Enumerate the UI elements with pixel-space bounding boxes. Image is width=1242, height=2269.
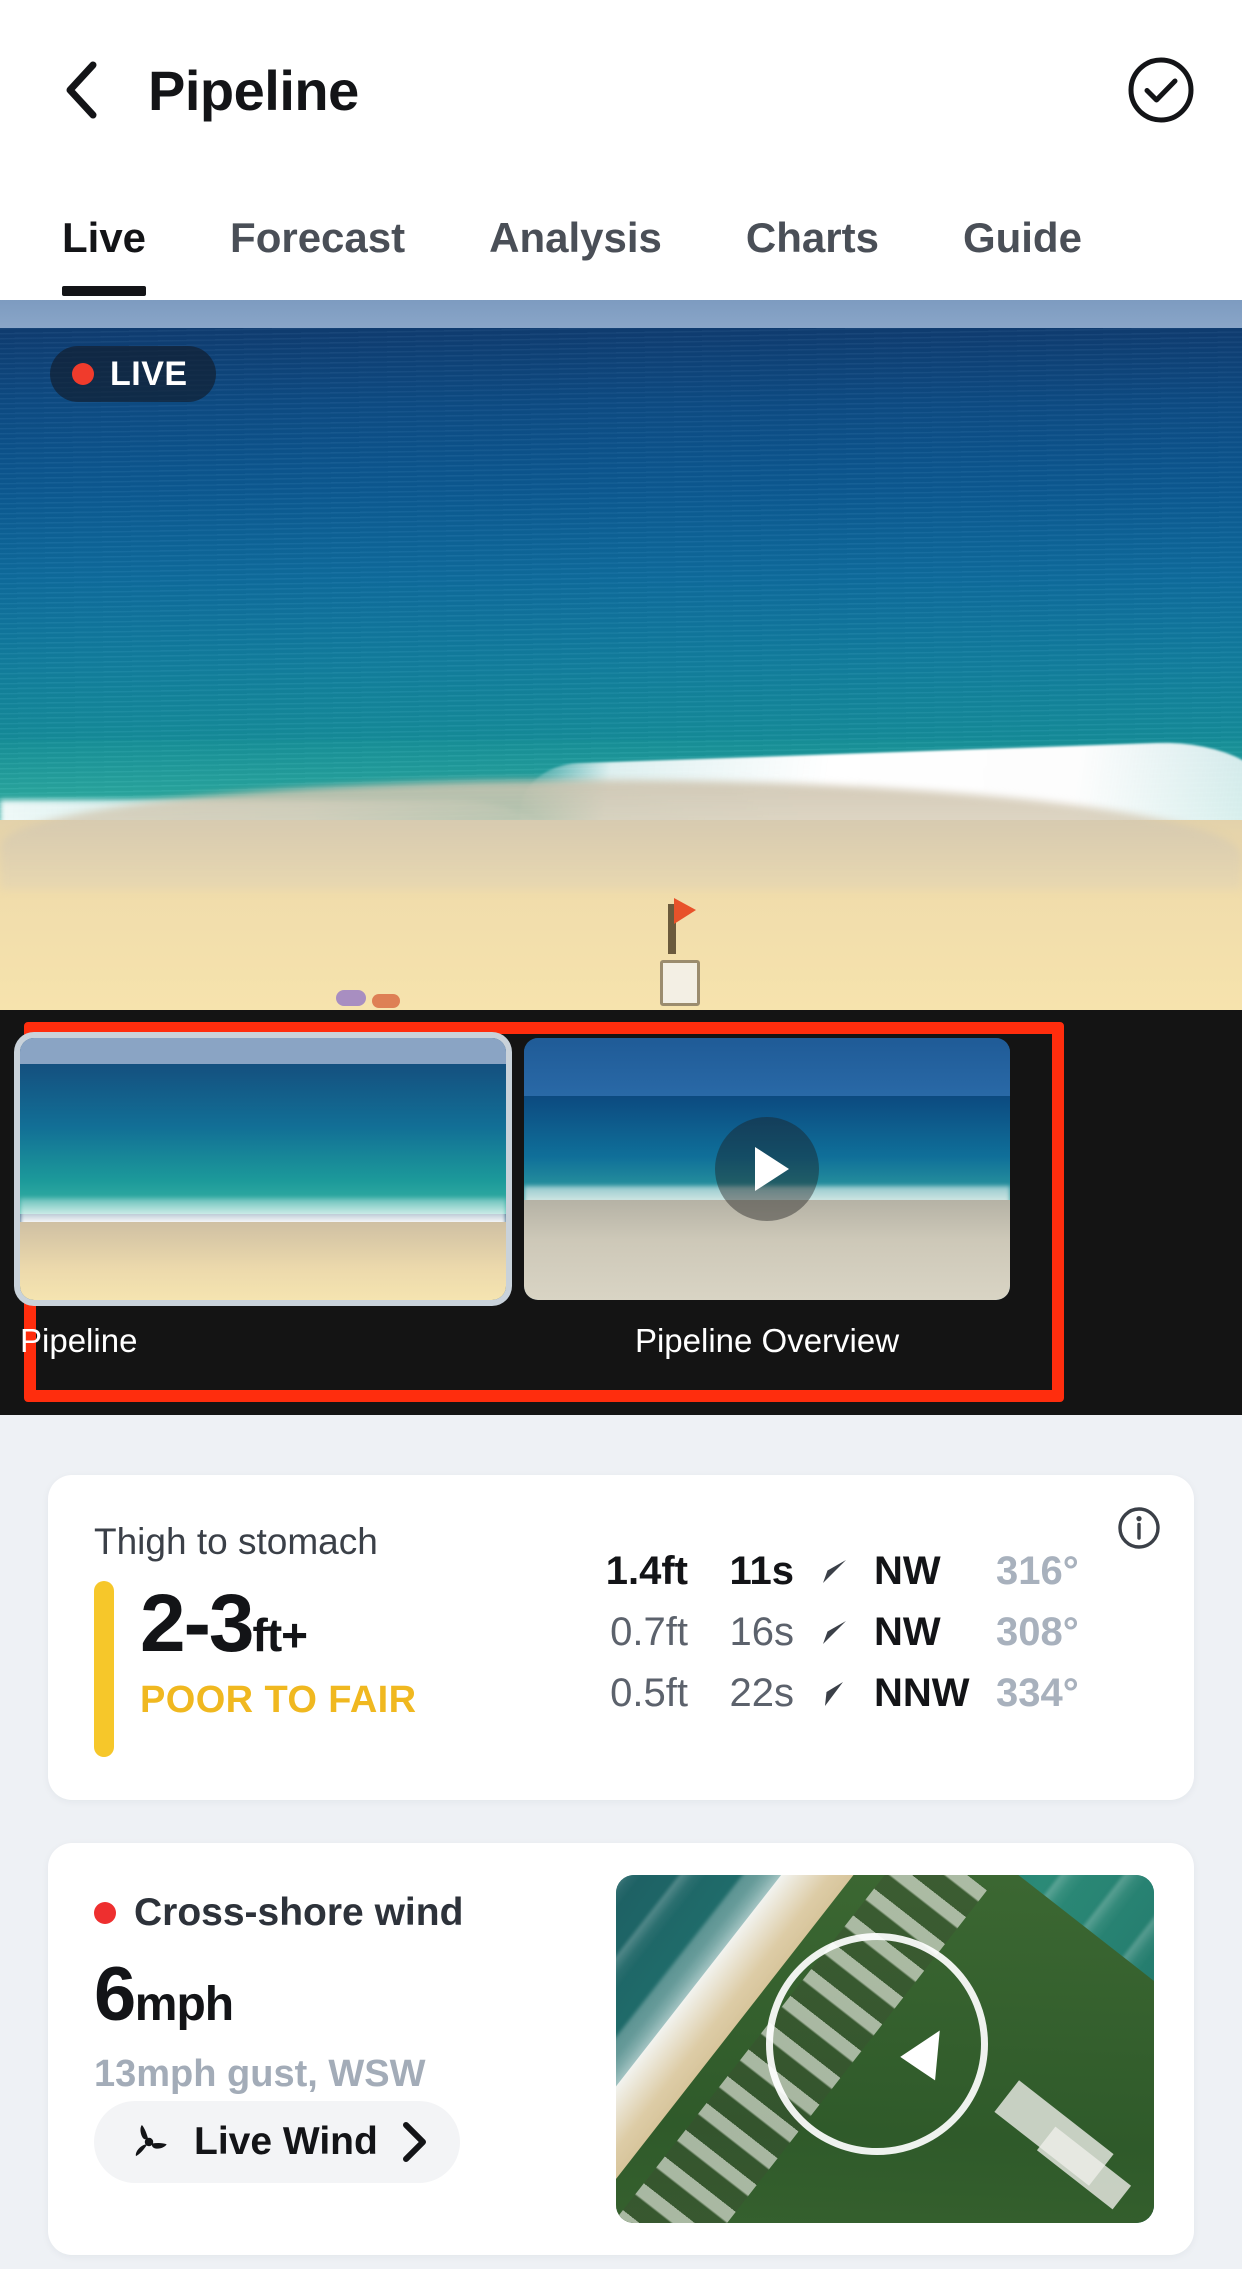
swell-height: 0.5ft bbox=[610, 1671, 688, 1715]
wind-label: Cross-shore wind bbox=[134, 1891, 464, 1934]
camera-list: Pipeline Pipeline Overview bbox=[0, 1010, 1010, 1415]
webcam-beachgoer-a bbox=[336, 990, 366, 1006]
back-button[interactable] bbox=[52, 61, 110, 119]
webcam-beachgoer-b bbox=[372, 994, 400, 1008]
wind-speed-unit: mph bbox=[134, 1978, 234, 2031]
live-badge-label: LIVE bbox=[110, 354, 188, 393]
swell-direction-arrow-icon bbox=[812, 1613, 856, 1653]
thumb-sky bbox=[524, 1038, 1010, 1100]
camera-label: Pipeline Overview bbox=[634, 1322, 900, 1359]
wind-conditions-card: Cross-shore wind 6mph 13mph gust, WSW Li… bbox=[48, 1843, 1194, 2255]
camera-thumbnail[interactable] bbox=[524, 1038, 1010, 1300]
chevron-right-icon bbox=[400, 2120, 430, 2164]
tab-live-label: Live bbox=[62, 214, 147, 261]
check-circle-icon bbox=[1126, 55, 1196, 125]
live-wind-button[interactable]: Live Wind bbox=[94, 2101, 460, 2183]
tab-guide-label: Guide bbox=[962, 214, 1082, 261]
chevron-left-icon bbox=[59, 59, 103, 121]
swell-direction: NW bbox=[874, 1610, 941, 1654]
camera-thumbnail[interactable] bbox=[20, 1038, 506, 1300]
surf-conditions-card: Thigh to stomach 2-3ft+ POOR TO FAIR 1.4… bbox=[48, 1475, 1194, 1800]
surf-description: Thigh to stomach bbox=[94, 1521, 378, 1562]
surf-quality-bar bbox=[94, 1581, 114, 1757]
tab-charts-label: Charts bbox=[745, 214, 879, 261]
section-tabs: Live Forecast Analysis Charts Guide bbox=[0, 180, 1242, 300]
swell-row: 0.7ft 16s NW 308° bbox=[580, 1610, 1086, 1655]
tab-analysis-label: Analysis bbox=[489, 214, 662, 261]
swell-degrees: 334° bbox=[996, 1671, 1079, 1715]
webcam-beach-sign bbox=[660, 960, 700, 1006]
swell-degrees: 316° bbox=[996, 1549, 1079, 1593]
swell-direction: NW bbox=[874, 1549, 941, 1593]
surf-height-value: 2-3 bbox=[140, 1578, 255, 1669]
surf-height-unit: ft+ bbox=[252, 1609, 308, 1661]
swell-direction-arrow-icon bbox=[812, 1674, 856, 1714]
swell-row: 1.4ft 11s NW 316° bbox=[580, 1549, 1086, 1594]
swell-degrees: 308° bbox=[996, 1610, 1079, 1654]
wind-status-dot-icon bbox=[94, 1902, 116, 1924]
wind-label-row: Cross-shore wind bbox=[94, 1891, 463, 1935]
live-wind-label: Live Wind bbox=[194, 2120, 378, 2163]
confirm-button[interactable] bbox=[1126, 55, 1196, 125]
info-circle-icon bbox=[1116, 1505, 1162, 1551]
swell-period: 11s bbox=[729, 1549, 794, 1593]
thumb-sand bbox=[20, 1222, 506, 1300]
swell-table: 1.4ft 11s NW 316° 0.7ft 16s NW 308° 0.5f… bbox=[580, 1549, 1086, 1716]
camera-label: Pipeline bbox=[20, 1322, 138, 1359]
wind-direction-map[interactable] bbox=[616, 1875, 1154, 2223]
swell-period: 22s bbox=[729, 1671, 795, 1715]
tab-analysis[interactable]: Analysis bbox=[489, 180, 662, 300]
surf-height-row: 2-3ft+ POOR TO FAIR bbox=[94, 1578, 417, 1757]
live-status-badge[interactable]: LIVE bbox=[50, 346, 216, 402]
app-header: Pipeline bbox=[0, 0, 1242, 180]
wind-turbine-icon bbox=[126, 2119, 172, 2165]
record-dot-icon bbox=[72, 363, 94, 385]
swell-height: 1.4ft bbox=[605, 1549, 688, 1593]
tab-charts[interactable]: Charts bbox=[746, 180, 879, 300]
swell-direction: NNW bbox=[874, 1671, 970, 1715]
tab-forecast-label: Forecast bbox=[230, 214, 406, 261]
surf-summary: Thigh to stomach 2-3ft+ POOR TO FAIR bbox=[94, 1521, 416, 1757]
wind-speed-value: 6 bbox=[94, 1952, 136, 2037]
swell-direction-arrow-icon bbox=[812, 1552, 856, 1592]
page-title: Pipeline bbox=[148, 58, 359, 122]
info-button[interactable] bbox=[1116, 1505, 1162, 1551]
play-icon bbox=[755, 1147, 789, 1191]
tab-live[interactable]: Live bbox=[62, 180, 147, 300]
play-button[interactable] bbox=[715, 1117, 819, 1221]
surf-rating: POOR TO FAIR bbox=[140, 1679, 417, 1722]
swell-height: 0.7ft bbox=[610, 1610, 688, 1654]
camera-option-pipeline-overview[interactable]: Pipeline Overview bbox=[524, 1038, 1010, 1415]
wind-gust: 13mph gust, WSW bbox=[94, 2053, 426, 2095]
surf-height-stack: 2-3ft+ POOR TO FAIR bbox=[140, 1578, 417, 1757]
webcam-beach-flag bbox=[668, 898, 696, 954]
camera-option-pipeline[interactable]: Pipeline bbox=[20, 1038, 506, 1415]
surf-height: 2-3ft+ bbox=[140, 1578, 416, 1669]
tab-guide[interactable]: Guide bbox=[963, 180, 1082, 300]
app-screen: Pipeline Live Forecast Analysis Charts G… bbox=[0, 0, 1242, 2269]
camera-selector-strip: Pipeline Pipeline Overview bbox=[0, 1010, 1242, 1415]
wind-summary: Cross-shore wind 6mph 13mph gust, WSW bbox=[94, 1891, 463, 2096]
thumb-sea bbox=[20, 1064, 506, 1214]
wind-speed: 6mph bbox=[94, 1957, 463, 2033]
swell-row: 0.5ft 22s NNW 334° bbox=[580, 1671, 1086, 1716]
swell-period: 16s bbox=[729, 1610, 795, 1654]
tab-forecast[interactable]: Forecast bbox=[230, 180, 405, 300]
live-webcam-player[interactable]: LIVE bbox=[0, 300, 1242, 1010]
